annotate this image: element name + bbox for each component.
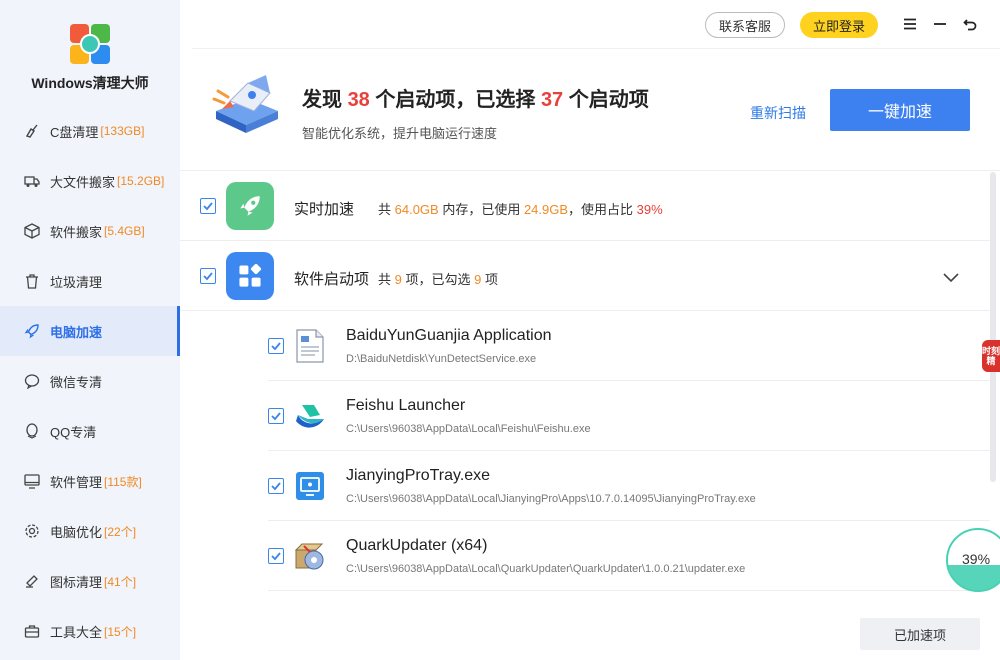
sidebar-item-count: [15个] (104, 624, 137, 639)
startup-item[interactable]: JianyingProTray.exe C:\Users\96038\AppDa… (268, 451, 990, 521)
minimize-icon[interactable] (932, 16, 948, 32)
sidebar-item-pc-boost[interactable]: 电脑加速 (0, 306, 180, 356)
sidebar-item-label: 垃圾清理 (50, 274, 103, 290)
broom-icon (24, 123, 40, 139)
feishu-icon (294, 399, 326, 433)
section-title: 软件启动项 (294, 271, 370, 288)
rocket-icon (24, 323, 40, 339)
startup-list: 实时加速 共 64.0GB 内存，已使用 24.9GB，使用占比 39% 软件启… (180, 170, 1000, 660)
sidebar-item-label: 图标清理 (50, 574, 103, 590)
startup-item-name: Feishu Launcher (346, 397, 466, 414)
menu-icon[interactable] (902, 16, 918, 32)
sidebar-item-label: 电脑优化 (50, 524, 103, 540)
page-title: 发现 38 个启动项，已选择 37 个启动项 (302, 89, 649, 111)
trash-icon (24, 273, 40, 289)
rescan-link[interactable]: 重新扫描 (750, 103, 806, 123)
startup-item-path: D:\BaiduNetdisk\YunDetectService.exe (346, 353, 537, 365)
realtime-boost-section: 实时加速 共 64.0GB 内存，已使用 24.9GB，使用占比 39% (180, 171, 990, 241)
sidebar-item-count: [5.4GB] (104, 224, 145, 238)
side-promo-tag[interactable]: 时刻精 (982, 340, 1000, 372)
sidebar-item-qq-clean[interactable]: QQ专清 (0, 406, 180, 456)
startup-item-path: C:\Users\96038\AppData\Local\JianyingPro… (346, 493, 756, 505)
title-bar: 联系客服 立即登录 (180, 0, 1000, 48)
startup-item-name: BaiduYunGuanjia Application (346, 327, 552, 344)
sidebar-item-pc-optimize[interactable]: 电脑优化 [22个] (0, 506, 180, 556)
box-icon (24, 223, 40, 239)
realtime-boost-checkbox[interactable] (200, 198, 216, 214)
scan-summary-banner: 发现 38 个启动项，已选择 37 个启动项 智能优化系统，提升电脑运行速度 重… (192, 48, 1000, 170)
sidebar-item-label: QQ专清 (50, 424, 97, 440)
selected-count: 37 (540, 89, 564, 111)
one-click-boost-button[interactable]: 一键加速 (830, 89, 970, 131)
sidebar-item-software-move[interactable]: 软件搬家 [5.4GB] (0, 206, 180, 256)
startup-item-path: C:\Users\96038\AppData\Local\QuarkUpdate… (346, 563, 746, 575)
startup-item-checkbox[interactable] (268, 408, 284, 424)
sidebar-item-label: 电脑加速 (50, 324, 103, 340)
page-subtitle: 智能优化系统，提升电脑运行速度 (302, 126, 498, 141)
sidebar-item-icon-clean[interactable]: 图标清理 [41个] (0, 556, 180, 606)
memory-total: 64.0GB (394, 202, 439, 217)
startup-items-section[interactable]: 软件启动项 共 9 项，已勾选 9 项 (180, 241, 990, 311)
startup-item-checkbox[interactable] (268, 478, 284, 494)
rocket-boost-illustration-icon (208, 71, 284, 137)
startup-total: 9 (394, 272, 402, 287)
startup-item-name: QuarkUpdater (x64) (346, 537, 488, 554)
sidebar-item-label: 软件管理 (50, 474, 103, 490)
memory-used: 24.9GB (523, 202, 569, 217)
installer-icon (294, 539, 326, 573)
sidebar-item-count: [133GB] (100, 124, 145, 138)
sidebar-item-software-manage[interactable]: 软件管理 [115款] (0, 456, 180, 506)
sidebar-item-label: 大文件搬家 (50, 174, 116, 190)
sidebar-item-toolbox[interactable]: 工具大全 [15个] (0, 606, 180, 656)
sidebar-item-count: [115款] (104, 474, 142, 489)
startup-items-checkbox[interactable] (200, 268, 216, 284)
startup-item[interactable]: QuarkUpdater (x64) C:\Users\96038\AppDat… (268, 521, 990, 591)
memory-usage-text: 共 64.0GB 内存，已使用 24.9GB，使用占比 39% (378, 202, 663, 217)
found-count: 38 (347, 89, 370, 111)
wechat-icon (24, 373, 40, 389)
monitor-icon (24, 473, 40, 489)
sidebar-item-c-drive-clean[interactable]: C盘清理 [133GB] (0, 106, 180, 156)
monitor-icon (294, 469, 326, 503)
apps-grid-icon (226, 252, 274, 300)
boosted-items-button[interactable]: 已加速项 (860, 618, 980, 650)
sidebar-item-label: 软件搬家 (50, 224, 103, 240)
sidebar-item-count: [15.2GB] (117, 174, 165, 188)
startup-item[interactable]: BaiduYunGuanjia Application D:\BaiduNetd… (268, 311, 990, 381)
contact-support-button[interactable]: 联系客服 (705, 12, 785, 38)
startup-count-text: 共 9 项，已勾选 9 项 (378, 272, 498, 287)
memory-usage-ring-label: 39% (962, 551, 991, 567)
sidebar-item-count: [22个] (104, 524, 137, 539)
document-icon (294, 329, 326, 363)
gear-icon (24, 523, 40, 539)
app-logo-icon (70, 24, 110, 64)
chevron-down-icon[interactable] (942, 268, 960, 286)
sidebar: Windows清理大师 C盘清理 [133GB] 大文件搬家 [15.2GB] … (0, 0, 180, 660)
startup-item-checkbox[interactable] (268, 338, 284, 354)
login-button[interactable]: 立即登录 (800, 12, 878, 38)
qq-icon (24, 423, 40, 439)
sidebar-item-wechat-clean[interactable]: 微信专清 (0, 356, 180, 406)
startup-item-checkbox[interactable] (268, 548, 284, 564)
sidebar-item-label: 工具大全 (50, 624, 103, 640)
startup-item-name: JianyingProTray.exe (346, 467, 491, 484)
startup-item[interactable]: Feishu Launcher C:\Users\96038\AppData\L… (268, 381, 990, 451)
back-icon[interactable] (962, 16, 978, 32)
app-title: Windows清理大师 (31, 75, 149, 91)
sidebar-nav: C盘清理 [133GB] 大文件搬家 [15.2GB] 软件搬家 [5.4GB]… (0, 106, 180, 656)
sidebar-item-label: C盘清理 (50, 124, 99, 140)
toolbox-icon (24, 623, 40, 639)
rocket-icon (226, 182, 274, 230)
startup-item-path: C:\Users\96038\AppData\Local\Feishu\Feis… (346, 423, 591, 435)
sidebar-item-count: [41个] (104, 574, 137, 589)
memory-ratio: 39% (636, 202, 663, 217)
shortcut-icon (24, 573, 40, 589)
sidebar-item-label: 微信专清 (50, 374, 103, 390)
section-title: 实时加速 (294, 201, 355, 218)
list-scrollbar[interactable] (990, 172, 996, 482)
sidebar-item-large-file-move[interactable]: 大文件搬家 [15.2GB] (0, 156, 180, 206)
truck-icon (24, 173, 40, 189)
sidebar-item-junk-clean[interactable]: 垃圾清理 (0, 256, 180, 306)
